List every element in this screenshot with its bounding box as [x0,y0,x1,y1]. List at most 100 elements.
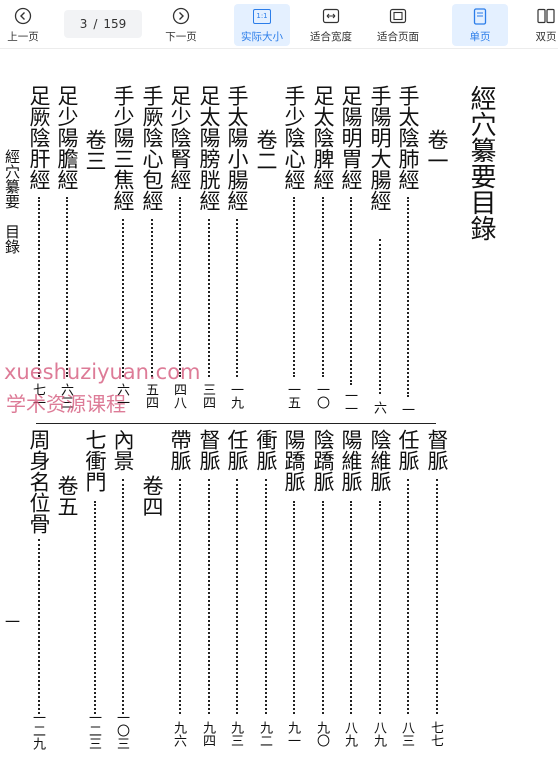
leader-dots [407,197,409,397]
toc-page-number: 一〇三 [114,711,129,750]
toc-entry: 陰蹻脈 [311,429,335,492]
actual-size-icon: 1:1 [252,6,272,26]
volume-heading: 卷二 [254,129,278,171]
leader-dots [179,197,181,377]
leader-dots [293,197,295,377]
toc-page-number: 一二九 [30,711,45,750]
single-page-icon [470,6,490,26]
toc-page-number: 九〇 [314,721,329,747]
toc-entry: 手太陰肺經 [396,85,420,190]
toc-entry: 手陽明大腸經 [368,85,392,211]
double-page-button[interactable]: 双页 [526,4,558,46]
leader-dots [436,479,438,714]
toc-entry: 督脈 [425,429,449,471]
volume-heading: 卷三 [83,129,107,171]
next-page-label: 下一页 [165,31,197,43]
leader-dots [322,197,324,377]
leader-dots [379,239,381,394]
leader-dots [208,219,210,377]
toc-page-number: 五四 [143,383,158,409]
toc-entry: 手太陽小腸經 [225,85,249,211]
toc-page-number: 四八 [171,383,186,409]
leader-dots [151,219,153,377]
toc-entry: 手少陰心經 [282,85,306,190]
leader-dots [94,501,96,714]
toc-entry: 陽維脈 [339,429,363,492]
toc-entry: 陽蹻脈 [282,429,306,492]
leader-dots [208,479,210,714]
leader-dots [122,219,124,377]
leader-dots [179,479,181,714]
watermark-text: 学术资源课程 [6,392,126,416]
margin-header: 經穴纂要 目錄 [3,149,21,254]
toc-page-number: 一五 [285,383,300,409]
leader-dots [350,501,352,714]
toc-entry: 足厥陰肝經 [27,85,51,190]
volume-heading: 卷五 [55,475,79,517]
page-total: 159 [103,17,127,31]
actual-size-label: 实际大小 [241,31,283,43]
toc-entry: 七衝門 [83,429,107,492]
toc-page-number: 七七 [428,721,443,747]
leader-dots [66,197,68,377]
toc-page-number: 三四 [200,383,215,409]
viewer-toolbar: 上一页 3 / 159 下一页 1:1 实际大小 适合宽度 适合页面 单页 双页 [0,0,558,49]
double-page-label: 双页 [535,31,557,43]
page-current[interactable]: 3 [80,17,88,31]
toc-page-number: 八九 [371,721,386,747]
fit-page-icon [388,6,408,26]
toc-page-number: 一二三 [86,711,101,750]
toc-entry: 任脈 [396,429,420,471]
toc-page-number: 九四 [200,721,215,747]
leader-dots [407,479,409,714]
volume-heading: 卷一 [425,129,449,171]
leader-dots [379,501,381,714]
leader-dots [265,479,267,714]
fit-width-button[interactable]: 适合宽度 [303,4,359,46]
toc-entry: 足陽明胃經 [339,85,363,190]
toc-page-number: 九二 [257,721,272,747]
fit-width-icon [321,6,341,26]
fit-page-label: 适合页面 [377,31,419,43]
toc-entry: 帶脈 [168,429,192,471]
leader-dots [38,539,40,714]
toc-page-number: 六 [371,401,386,414]
double-page-icon [536,6,556,26]
chevron-left-circle-icon [13,6,33,26]
toc-entry: 任脈 [225,429,249,471]
toc-entry: 陰維脈 [368,429,392,492]
page-title: 經穴纂要目錄 [466,85,496,241]
watermark-url: xueshuziyuan.com [4,360,201,384]
leader-dots [38,197,40,377]
toc-entry: 周身名位骨 [27,429,51,534]
toc-entry: 手少陽三焦經 [111,85,135,211]
toc-entry: 內景 [111,429,135,471]
toc-page-number: 九一 [285,721,300,747]
leader-dots [236,479,238,714]
toc-entry: 足少陽膽經 [55,85,79,190]
margin-folio: 一 [3,614,21,629]
toc-entry: 手厥陰心包經 [140,85,164,211]
chevron-right-circle-icon [171,6,191,26]
fit-width-label: 适合宽度 [310,31,352,43]
toc-page-number: 八三 [399,721,414,747]
next-page-button[interactable]: 下一页 [160,4,202,46]
single-page-label: 单页 [469,31,491,43]
toc-page-number: 九三 [228,721,243,747]
fit-page-button[interactable]: 适合页面 [370,4,426,46]
toc-entry: 足太陽膀胱經 [197,85,221,211]
toc-page-number: 九六 [171,721,186,747]
section-divider [36,423,436,424]
prev-page-button[interactable]: 上一页 [3,4,43,46]
leader-dots [350,197,352,385]
single-page-button[interactable]: 单页 [452,4,508,46]
leader-dots [122,479,124,714]
toc-entry: 足太陰脾經 [311,85,335,190]
toc-page-number: 一九 [228,383,243,409]
actual-size-button[interactable]: 1:1 实际大小 [234,4,290,46]
page-number-box[interactable]: 3 / 159 [64,10,142,38]
page-separator: / [93,17,98,31]
toc-page-number: 八九 [342,721,357,747]
toc-page-number: 一〇 [314,383,329,409]
toc-entry: 衝脈 [254,429,278,471]
